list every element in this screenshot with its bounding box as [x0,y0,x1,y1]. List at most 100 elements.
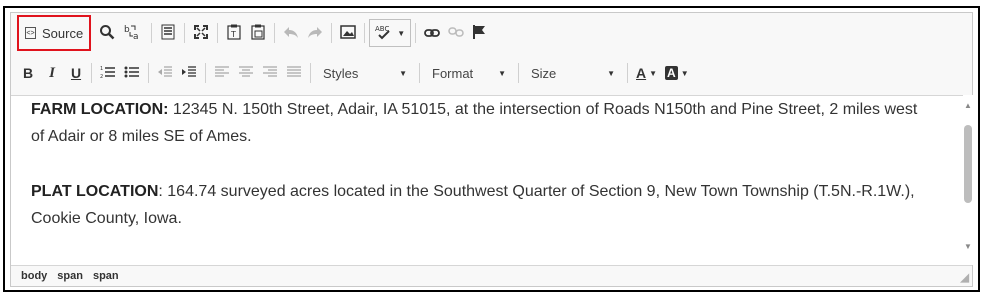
editor-content[interactable]: FARM LOCATION: 12345 N. 150th Street, Ad… [11,95,963,266]
separator [148,63,149,83]
text-color-button[interactable]: A ▼ [632,60,661,86]
resize-handle-icon[interactable]: ◢ [961,271,969,284]
toolbar-row-2: B I U 12 Styles ▼ Format ▼ Size ▼ A ▼ A … [17,57,693,89]
replace-button[interactable]: ba [119,20,147,46]
svg-text:1: 1 [100,66,103,72]
format-dropdown[interactable]: Format ▼ [424,61,514,85]
chevron-down-icon: ▼ [680,68,689,78]
format-label: Format [432,65,474,81]
align-center-button[interactable] [234,60,258,86]
align-justify-icon [286,65,302,82]
svg-text:a: a [133,32,139,41]
path-item[interactable]: body [21,270,47,282]
replace-icon: ba [123,23,143,44]
plat-location-text: : 164.74 surveyed acres located in the S… [31,183,915,227]
farm-location-paragraph: FARM LOCATION: 12345 N. 150th Street, Ad… [31,96,931,150]
separator [627,63,628,83]
link-icon [424,26,441,41]
path-item[interactable]: span [93,270,119,282]
select-all-button[interactable] [156,20,180,46]
italic-button[interactable]: I [39,60,65,86]
separator [151,23,153,43]
image-button[interactable] [336,20,360,46]
align-left-button[interactable] [210,60,234,86]
source-icon: <> [25,27,36,39]
chevron-down-icon: ▼ [397,28,406,38]
background-color-button[interactable]: A ▼ [661,60,693,86]
numbered-list-icon: 12 [100,65,116,82]
svg-text:T: T [230,30,236,39]
undo-icon [283,25,299,42]
farm-location-label: FARM LOCATION: [31,101,169,118]
underline-button[interactable]: U [65,60,87,86]
select-all-icon [160,24,176,43]
separator [205,63,206,83]
paste-text-button[interactable]: T [222,20,246,46]
spellcheck-button[interactable]: ABC ▼ [369,19,412,47]
separator [274,23,276,43]
plat-location-paragraph: PLAT LOCATION: 164.74 surveyed acres loc… [31,178,931,232]
separator [419,63,420,83]
search-icon [99,24,115,43]
source-button[interactable]: <> Source [17,15,92,51]
undo-button[interactable] [279,20,303,46]
redo-button[interactable] [303,20,327,46]
align-right-button[interactable] [258,60,282,86]
spellcheck-icon: ABC [375,24,395,43]
bold-button[interactable]: B [17,60,39,86]
chevron-down-icon: ▼ [607,68,615,78]
redo-icon [307,25,323,42]
styles-dropdown[interactable]: Styles ▼ [315,61,415,85]
find-button[interactable] [95,20,119,46]
separator [184,23,186,43]
chevron-down-icon: ▼ [399,68,407,78]
outdent-icon [157,65,173,82]
separator [217,23,219,43]
paste-text-icon: T [226,24,242,43]
element-path-bar: body span span ◢ [11,265,972,286]
scroll-up-icon[interactable]: ▲ [964,101,972,110]
source-label: Source [42,25,84,41]
bulleted-list-button[interactable] [120,60,144,86]
maximize-button[interactable] [189,20,213,46]
separator [364,23,366,43]
svg-text:2: 2 [100,74,103,79]
size-dropdown[interactable]: Size ▼ [523,61,623,85]
separator [310,63,311,83]
flag-icon [472,24,486,43]
scroll-down-icon[interactable]: ▼ [964,242,972,251]
separator [518,63,519,83]
chevron-down-icon: ▼ [649,68,658,78]
editor-frame: <> Source ba T ABC ▼ B I U 1 2 Styles ▼ … [3,6,980,292]
path-item[interactable]: span [57,270,83,282]
paste-word-button[interactable] [246,20,270,46]
scrollbar-thumb[interactable] [964,125,972,203]
vertical-scrollbar[interactable]: ▲ ▼ [963,95,973,265]
indent-icon [181,65,197,82]
align-justify-button[interactable] [282,60,306,86]
svg-text:b: b [124,25,130,35]
paste-word-icon [250,24,266,43]
rich-text-editor: <> Source ba T ABC ▼ B I U 1 2 Styles ▼ … [10,12,973,287]
size-label: Size [531,65,557,81]
unlink-button[interactable] [444,20,468,46]
image-icon [340,24,356,42]
link-button[interactable] [420,20,444,46]
separator [415,23,417,43]
outdent-button[interactable] [153,60,177,86]
plat-location-label: PLAT LOCATION [31,183,159,200]
align-center-icon [238,65,254,82]
indent-button[interactable] [177,60,201,86]
unlink-icon [448,26,464,41]
separator [91,63,92,83]
align-left-icon [214,65,230,82]
toolbar: <> Source ba T ABC ▼ B I U 1 2 Styles ▼ … [11,13,972,93]
numbered-list-button[interactable]: 12 [96,60,120,86]
maximize-icon [193,24,209,43]
separator [331,23,333,43]
anchor-button[interactable] [468,20,490,46]
chevron-down-icon: ▼ [498,68,506,78]
styles-label: Styles [323,65,359,81]
bulleted-list-icon [124,65,140,82]
text-color-icon: A [636,65,647,81]
